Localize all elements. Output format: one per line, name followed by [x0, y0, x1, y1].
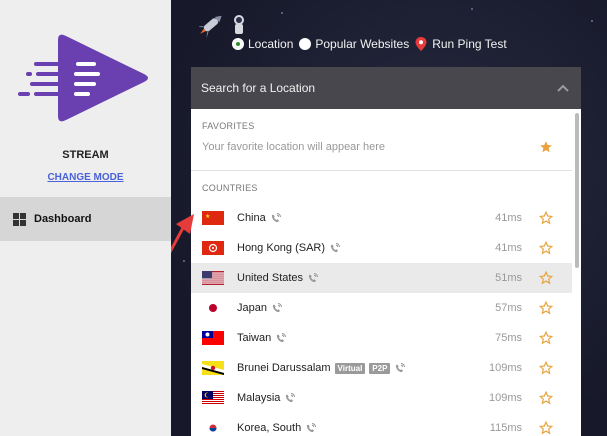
my-flag-icon [202, 391, 224, 405]
kr-flag-icon [202, 421, 224, 435]
tab-location[interactable]: Location [232, 37, 293, 51]
favorite-star-outline-icon[interactable] [539, 361, 553, 375]
country-row[interactable]: Hong Kong (SAR) 41ms [191, 233, 572, 263]
hk-flag-icon [202, 241, 224, 255]
server-badge: P2P [369, 362, 391, 374]
country-name: Korea, South [237, 422, 317, 434]
favorite-star-outline-icon[interactable] [539, 301, 553, 315]
us-flag-icon [202, 271, 224, 285]
location-search-header[interactable]: Search for a Location [191, 67, 581, 109]
country-name: Brunei Darussalam Virtual P2P [237, 362, 406, 374]
favorites-label: FAVORITES [202, 121, 255, 131]
country-row[interactable]: ★ China 41ms [191, 203, 572, 233]
run-ping-test-label: Run Ping Test [432, 37, 507, 51]
country-row[interactable]: United States 51ms [191, 263, 572, 293]
section-divider [191, 170, 572, 171]
streaming-signal-icon [271, 213, 281, 223]
country-row[interactable]: Taiwan 75ms [191, 323, 572, 353]
ping-value: 109ms [488, 362, 522, 374]
streaming-signal-icon [396, 363, 406, 373]
streaming-signal-icon [272, 303, 282, 313]
dashboard-grid-icon [13, 212, 26, 226]
country-name: Hong Kong (SAR) [237, 242, 341, 254]
radio-selected-icon [232, 38, 244, 50]
radio-unselected-icon [299, 38, 312, 50]
country-name: United States [237, 272, 319, 284]
country-name: Taiwan [237, 332, 287, 344]
ping-value: 75ms [495, 332, 522, 344]
favorite-star-outline-icon[interactable] [539, 331, 553, 345]
streaming-signal-icon [308, 273, 319, 283]
country-name-text: Korea, South [237, 421, 302, 434]
ping-value: 41ms [495, 242, 522, 254]
favorites-placeholder: Your favorite location will appear here [202, 141, 386, 153]
stream-mode-logo-icon [18, 34, 148, 122]
country-name: Malaysia [237, 392, 296, 404]
favorite-star-outline-icon[interactable] [539, 421, 553, 435]
ping-value: 51ms [495, 272, 522, 284]
jp-flag-icon [202, 301, 224, 315]
scrollbar-thumb[interactable] [575, 113, 579, 268]
ping-value: 109ms [488, 392, 522, 404]
country-name-text: Hong Kong (SAR) [237, 241, 326, 254]
country-name: Japan [237, 302, 283, 314]
country-row[interactable]: Malaysia 109ms [191, 383, 572, 413]
sidebar-item-dashboard[interactable]: Dashboard [0, 197, 171, 241]
mode-title: STREAM [62, 149, 109, 161]
bn-flag-icon [202, 361, 224, 375]
favorite-star-filled-icon [540, 141, 552, 153]
country-name-text: Malaysia [237, 391, 281, 404]
country-name-text: China [237, 211, 266, 224]
server-badge: Virtual [334, 362, 366, 374]
search-location-title: Search for a Location [201, 81, 316, 95]
cn-flag-icon: ★ [202, 211, 224, 225]
country-name-text: Taiwan [237, 331, 272, 344]
streaming-signal-icon [277, 333, 287, 343]
location-panel: Search for a Location FAVORITES Your fav… [191, 67, 581, 436]
favorite-star-outline-icon[interactable] [539, 391, 553, 405]
streaming-signal-icon [330, 243, 341, 253]
location-mode-tabs: Location Popular Websites Run Ping Test [232, 36, 513, 52]
ping-value: 41ms [495, 212, 522, 224]
streaming-signal-icon [307, 423, 317, 433]
ping-value: 57ms [495, 302, 522, 314]
ping-value: 115ms [489, 422, 522, 434]
favorite-star-outline-icon[interactable] [539, 271, 553, 285]
tab-location-label: Location [248, 37, 294, 51]
tw-flag-icon [202, 331, 224, 345]
chevron-up-icon[interactable] [557, 84, 569, 92]
streaming-signal-icon [286, 393, 296, 403]
run-ping-test-button[interactable]: Run Ping Test [415, 37, 507, 51]
country-row[interactable]: Korea, South 115ms [191, 413, 572, 436]
tab-popular-websites-label: Popular Websites [315, 37, 410, 51]
country-name-text: Japan [237, 301, 267, 314]
country-row[interactable]: Brunei Darussalam Virtual P2P 109ms [191, 353, 572, 383]
location-pin-icon [415, 37, 427, 51]
country-name: China [237, 212, 282, 224]
main-area: Location Popular Websites Run Ping Test … [171, 0, 607, 436]
country-row[interactable]: Japan 57ms [191, 293, 572, 323]
favorite-star-outline-icon[interactable] [539, 241, 553, 255]
country-name-text: United States [237, 271, 304, 284]
sidebar-item-label: Dashboard [34, 213, 92, 225]
country-name-text: Brunei Darussalam [237, 361, 331, 374]
tab-popular-websites[interactable]: Popular Websites [299, 37, 409, 51]
favorite-star-outline-icon[interactable] [539, 211, 553, 225]
countries-label: COUNTRIES [202, 183, 258, 193]
sidebar: STREAM CHANGE MODE Dashboard [0, 0, 171, 436]
svg-text:★: ★ [205, 213, 210, 220]
change-mode-link[interactable]: CHANGE MODE [0, 172, 171, 183]
